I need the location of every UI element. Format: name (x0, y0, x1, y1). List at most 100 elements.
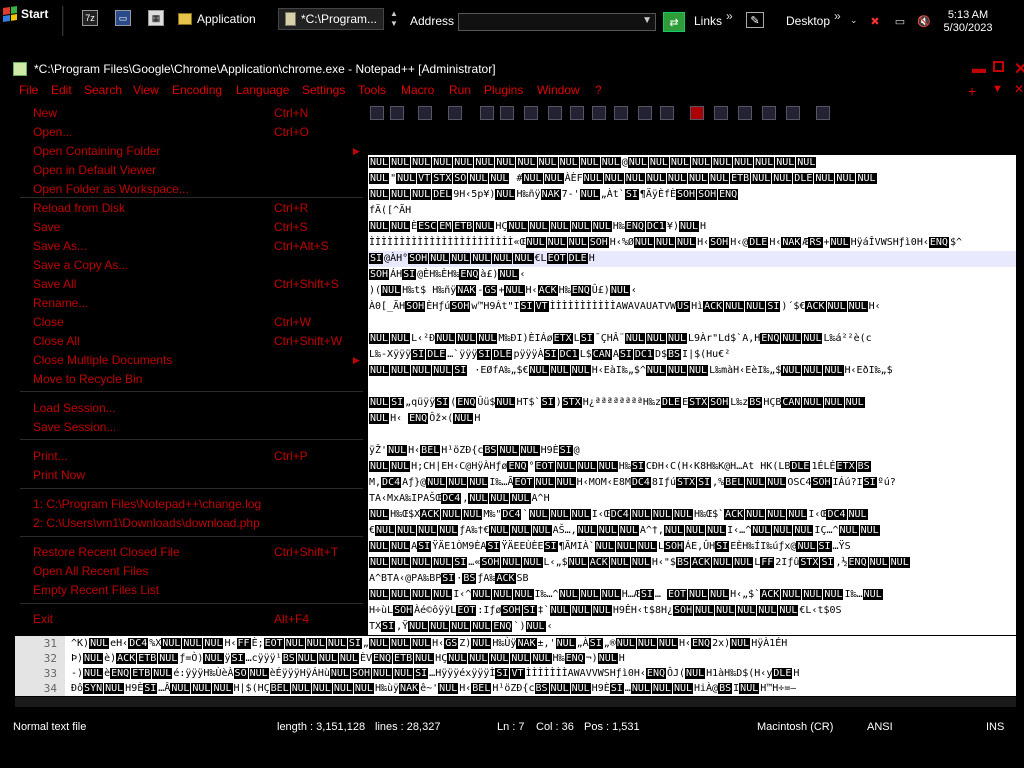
close-tab-icon[interactable]: ✕ (1014, 82, 1024, 96)
editor-line[interactable]: NUL NUL NUL NUL I‹^NUL NUL NUL I‰…^NUL NUL NUL H…Æ… (368, 587, 1016, 603)
editor-line[interactable]: NUL H‰Œ$XACK NUL NUL M‰"DC4 `NUL NUL NUL I‹ŒDC4 N… (368, 507, 1016, 523)
file-menu-item[interactable]: Exit (33, 612, 53, 630)
file-menu-item[interactable]: Open in Default Viewer (33, 163, 156, 181)
udl-icon[interactable] (548, 106, 562, 120)
editor-line[interactable]: ÿŽ'NUL H‹BEL H¹öZÐ{cBS NUL NUL H9ÈSI @ (368, 443, 1016, 459)
doc-list-icon[interactable] (592, 106, 606, 120)
editor-line[interactable] (368, 427, 1016, 443)
file-menu-item[interactable]: New (33, 106, 57, 124)
folder-workspace-icon[interactable] (638, 106, 652, 120)
taskbar-scroll-arrows-icon[interactable]: ▲ ▼ (390, 9, 398, 29)
zoom-in-icon[interactable] (370, 106, 384, 120)
menu-view[interactable]: View (133, 80, 159, 97)
editor-line[interactable]: À0[_ÃHSOH ÈHƒúSOH w™H9Át"ISI VT ÌÌÌÌÌÌÌÌÌÌÌA… (368, 299, 1016, 315)
sync-vertical-icon[interactable] (418, 106, 432, 120)
file-menu-item[interactable]: Save Session... (33, 420, 116, 438)
editor-line[interactable]: A^BTA‹@PA‰BPSI ·BS ƒA‰ACK SB (368, 571, 1016, 587)
address-input[interactable]: ▼ (458, 13, 656, 31)
editor-line[interactable]: NUL "NUL VT STX SO NUL NUL #NUL NUL ÀÈFNUL NUL NUL… (368, 171, 1016, 187)
file-menu-item[interactable]: Open Containing Folder (33, 144, 160, 162)
editor-line[interactable]: 31 ^K)NUL eH‹DC4 %XNUL NUL NUL H‹FF È;EOT NUL NUL… (15, 636, 1016, 651)
file-menu-item[interactable]: Print Now (33, 468, 85, 486)
file-menu-item[interactable]: Move to Recycle Bin (33, 372, 142, 390)
file-menu-item[interactable]: Open All Recent Files (33, 564, 148, 582)
editor-line[interactable]: NUL NUL ASI ŸÄE1ÒM9ÈASI ŸÄEEÙÈESI ¶ÃMIÀ`NUL NU… (368, 539, 1016, 555)
editor-line[interactable]: L‰-XÿÿÿSI DLE …`ÿÿÿSI DLE pÿÿÿÀSI DC1 L$CAN ASI… (368, 347, 1016, 363)
status-eol[interactable]: Macintosh (CR) (757, 721, 833, 733)
file-menu-item[interactable]: Empty Recent Files List (33, 583, 159, 601)
network-error-icon[interactable]: ✖ (868, 14, 882, 28)
indent-guide-icon[interactable] (524, 106, 538, 120)
start-button[interactable]: Start (3, 4, 48, 24)
taskbar-button-application[interactable]: Application (172, 8, 278, 30)
file-menu-item[interactable]: Load Session... (33, 401, 116, 419)
links-label[interactable]: Links (694, 14, 722, 28)
quick-launch-edit-icon[interactable]: ✎ (746, 12, 764, 28)
editor-line[interactable] (368, 379, 1016, 395)
chevron-down-icon[interactable]: ▼ (642, 15, 652, 26)
editor-line[interactable]: NUL NUL H;CH|EH‹C@HÿÀHƒøENQ °EOT NUL NUL NUL H‰… (368, 459, 1016, 475)
menu-help[interactable]: ? (595, 80, 602, 97)
quick-launch-computer-icon[interactable]: ▭ (115, 10, 131, 26)
status-insert-mode[interactable]: INS (986, 721, 1004, 733)
file-menu-item[interactable]: Close (33, 315, 64, 333)
menu-run[interactable]: Run (449, 80, 471, 97)
desktop-label[interactable]: Desktop (786, 14, 830, 28)
file-menu-item[interactable]: Close All (33, 334, 80, 352)
sync-horizontal-icon[interactable] (448, 106, 462, 120)
menu-language[interactable]: Language (236, 80, 289, 97)
file-menu-item[interactable]: Save As... (33, 239, 87, 257)
editor-line[interactable]: NUL SI „qüÿÿSI (ENQ Ûü$NUL HT$`SI)STX H¿ªªªªªª… (368, 395, 1016, 411)
go-arrow-icon[interactable]: ⇄ (663, 12, 685, 32)
record-macro-icon[interactable] (690, 106, 704, 120)
monitoring-eye-icon[interactable] (660, 106, 674, 120)
editor-line[interactable]: TA‹MxA‰IPAŠŒDC4 ,NUL NUL NUL A^H (368, 491, 1016, 507)
word-wrap-icon[interactable] (480, 106, 494, 120)
menu-window[interactable]: Window (537, 80, 580, 97)
file-menu-item[interactable]: Open... (33, 125, 72, 143)
display-icon[interactable]: ▭ (893, 14, 907, 28)
volume-muted-icon[interactable]: 🔇 (917, 14, 931, 28)
stop-macro-icon[interactable] (714, 106, 728, 120)
file-menu-item[interactable]: Save (33, 220, 60, 238)
tray-expand-icon[interactable]: ⌄ (850, 15, 858, 26)
editor-line[interactable]: H÷ùLSOH Àé©ôÿÿLEOT:IƒøSOH SI ‡`NUL NUL NUL H9Ê… (368, 603, 1016, 619)
minimize-icon[interactable]: ▬ (972, 60, 986, 76)
menu-settings[interactable]: Settings (302, 80, 345, 97)
editor-line[interactable]: SI @ÀH°SOH NUL NUL NUL NUL NUL €LEOT DLE H (368, 251, 1016, 267)
maximize-icon[interactable] (993, 61, 1004, 72)
editor-line[interactable]: €NUL NUL NUL NUL ƒA‰†€NUL NUL NUL AŠ…,NUL NUL NUL… (368, 523, 1016, 539)
file-menu-item[interactable]: Save All (33, 277, 76, 295)
quick-launch-7zip-icon[interactable]: 7z (82, 10, 98, 26)
editor-line[interactable]: NUL NUL NUL NUL SI ·EØfA‰„$€NUL NUL NUL H‹EàI‰„… (368, 363, 1016, 379)
file-menu-item[interactable]: Close Multiple Documents (33, 353, 172, 371)
new-tab-plus-icon[interactable]: + (968, 83, 976, 99)
file-menu-item[interactable]: Print... (33, 449, 68, 467)
editor-line[interactable]: 33 -)NUL èENQ ETB NUL é:ÿÿÿH‰ÙèÀSO NUL èÉÿÿÿHÿÁ… (15, 666, 1016, 681)
function-list-icon[interactable] (614, 106, 628, 120)
horizontal-scrollbar[interactable] (15, 697, 1016, 707)
tab-list-down-icon[interactable]: ▼ (992, 83, 1003, 95)
file-menu-item[interactable]: Save a Copy As... (33, 258, 128, 276)
editor-line[interactable]: NUL NUL NUL NUL NUL NUL NUL NUL NUL NUL NUL NUL @NUL… (368, 155, 1016, 171)
play-macro-icon[interactable] (738, 106, 752, 120)
menu-file[interactable]: File (19, 80, 38, 97)
file-menu-item[interactable]: Restore Recent Closed File (33, 545, 180, 563)
menu-search[interactable]: Search (84, 80, 122, 97)
editor-line[interactable]: )(NUL H‰t$ H‰ñÿNAK -GS +NUL H‹ACK H‰ENQ Û£)NUL… (368, 283, 1016, 299)
menu-encoding[interactable]: Encoding (172, 80, 222, 97)
toolbar-more-icon[interactable] (816, 106, 830, 120)
editor-line[interactable]: 32 Þ)NUL è)ACK ETB NUL ƒ=Ò)NUL ÿSI …cÿÿÿ¹BS NUL N… (15, 651, 1016, 666)
taskbar-button-notepad[interactable]: *C:\Program... (278, 8, 384, 30)
zoom-out-icon[interactable] (390, 106, 404, 120)
close-icon[interactable]: ✕ (1014, 59, 1024, 79)
menu-macro[interactable]: Macro (401, 80, 434, 97)
editor-line[interactable]: fÄ([^ÃH (368, 203, 1016, 219)
editor-line[interactable]: 34 ÐôSYN NUL H9ÈSI …ÂNUL NUL NUL H|$(HÇBEL NUL NU… (15, 681, 1016, 696)
editor-bottom-lines[interactable]: 31 ^K)NUL eH‹DC4 %XNUL NUL NUL H‹FF È;EOT NUL NUL… (15, 636, 1016, 696)
show-all-characters-icon[interactable] (500, 106, 514, 120)
menu-plugins[interactable]: Plugins (484, 80, 523, 97)
editor-line[interactable]: NUL NUL L‹²ÐNUL NUL NUL M‰ÐI)ÈIÁøETX LSI ¯ÇHÂ¨N… (368, 331, 1016, 347)
editor-line[interactable]: NUL H‹ ENQ Ôž×(NUL H (368, 411, 1016, 427)
editor-line[interactable]: SOH ÁHSI @ÈH‰ÈH‰ENQ à£)NUL ‹ (368, 267, 1016, 283)
